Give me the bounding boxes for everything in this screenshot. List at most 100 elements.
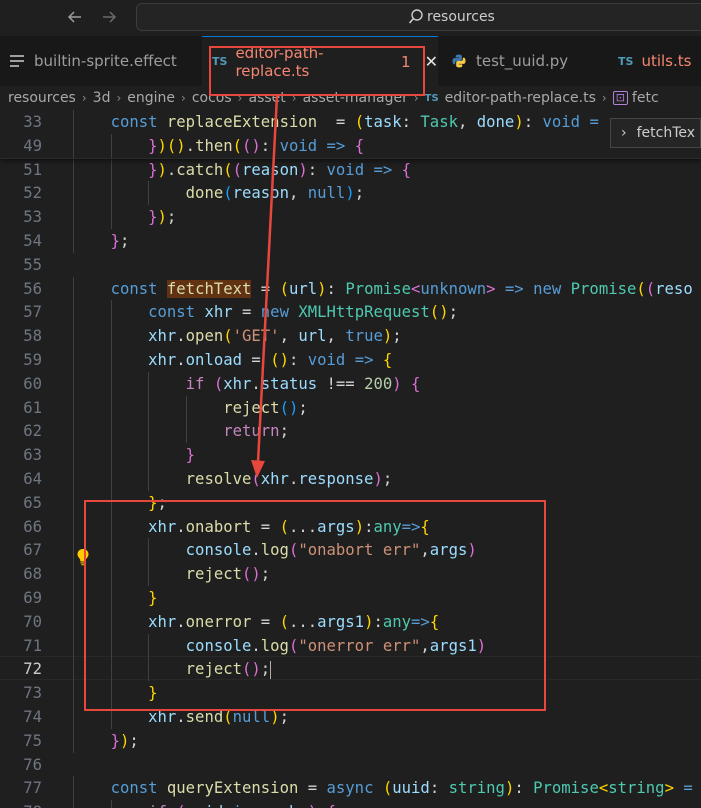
code-token: ,	[457, 113, 477, 131]
chevron-right-icon: ›	[116, 91, 122, 105]
line-number: 57	[23, 303, 42, 322]
command-center-search[interactable]: resources	[136, 3, 701, 31]
code-token: {	[327, 803, 336, 808]
code-line[interactable]: 62 return;	[0, 419, 701, 444]
arrow-left-icon[interactable]	[66, 8, 84, 31]
code-line[interactable]: 77 const queryExtension = async (uuid: s…	[0, 776, 701, 801]
code-text: xhr.onload = (): void => {	[73, 348, 392, 372]
code-token: )	[317, 279, 327, 298]
code-text: resolve(xhr.response);	[73, 467, 393, 491]
code-token: .	[288, 470, 299, 488]
code-token: uuid	[392, 779, 430, 798]
code-line[interactable]: 53 });	[0, 205, 701, 230]
code-token: status	[260, 374, 318, 393]
code-token: uuid	[186, 803, 224, 808]
code-token: const	[148, 303, 205, 322]
code-token: )	[157, 136, 167, 155]
code-token: )	[439, 303, 449, 322]
line-number: 71	[23, 636, 42, 655]
search-icon	[407, 8, 425, 26]
code-text: const fetchText = (url): Promise<unknown…	[73, 277, 693, 301]
code-token: ;	[448, 303, 458, 322]
code-token: null	[307, 184, 346, 203]
code-token: ;	[298, 398, 308, 417]
code-line[interactable]: 78 if (uuid in cache) {	[0, 800, 701, 808]
code-token: =	[298, 779, 327, 798]
tab-utils-ts[interactable]: TS utils.ts	[608, 36, 701, 86]
code-token: ;	[382, 470, 393, 488]
code-line[interactable]: 52 done(reason, null);	[0, 181, 701, 206]
code-line[interactable]: 54 };	[0, 229, 701, 253]
code-token: }	[148, 160, 158, 179]
code-line[interactable]: 33 const replaceExtension = (task: Task,…	[0, 110, 701, 134]
code-token: done	[185, 184, 224, 203]
code-line[interactable]: 49 })().then((): void => {	[0, 133, 701, 158]
line-number: 64	[23, 470, 42, 488]
breadcrumb-item[interactable]: resources	[8, 90, 76, 106]
tab-test-uuid-py[interactable]: test_uuid.py	[442, 36, 607, 86]
code-text: }	[73, 443, 195, 467]
line-number: 55	[23, 255, 42, 274]
code-token: )	[345, 184, 355, 203]
code-line[interactable]: 64 resolve(xhr.response);	[0, 467, 701, 491]
code-line[interactable]: 56 const fetchText = (url): Promise<unkn…	[0, 276, 701, 301]
code-line[interactable]: 59 xhr.onload = (): void => {	[0, 348, 701, 372]
code-line[interactable]: 60 if (xhr.status !== 200) {	[0, 371, 701, 396]
code-token: string	[608, 779, 665, 798]
chevron-right-icon: ›	[601, 91, 607, 105]
chevron-right-icon: ›	[621, 125, 627, 141]
code-line[interactable]: 76	[0, 753, 701, 777]
code-token: xhr	[148, 351, 177, 369]
close-icon[interactable]: ✕	[425, 52, 438, 71]
tab-builtin-sprite-effect[interactable]: builtin-sprite.effect	[0, 36, 200, 86]
code-token: }	[110, 232, 120, 250]
code-token: ,	[288, 184, 308, 203]
code-token: (	[232, 160, 243, 179]
code-token: 'GET'	[232, 327, 280, 346]
title-bar: resources	[0, 0, 701, 36]
code-token: .	[176, 327, 186, 346]
breadcrumb-item[interactable]: 3d	[93, 90, 111, 106]
line-number: 52	[23, 184, 42, 203]
code-token: ;	[129, 731, 139, 750]
code-token: (	[166, 136, 177, 155]
code-line[interactable]: 51 }).catch((reason): void => {	[0, 157, 701, 182]
code-line[interactable]: 57 const xhr = new XMLHttpRequest();	[0, 300, 701, 325]
code-token: =>	[345, 351, 383, 369]
code-token: (	[251, 470, 261, 488]
line-number: 77	[23, 779, 42, 798]
breadcrumb-symbol[interactable]: fetc	[632, 90, 659, 106]
sticky-scroll-peek[interactable]: › fetchTex	[610, 118, 701, 148]
code-token: Promise	[570, 279, 637, 298]
code-line[interactable]: 75 });	[0, 728, 701, 753]
code-token: :	[429, 779, 449, 798]
code-token: 200	[364, 374, 393, 393]
code-line[interactable]: 58 xhr.open('GET', url, true);	[0, 324, 701, 349]
code-token: )	[157, 208, 167, 227]
code-token: void	[279, 136, 318, 155]
code-token: :	[260, 136, 280, 155]
breadcrumb-file[interactable]: editor-path-replace.ts	[445, 90, 596, 106]
code-token: ;	[392, 327, 402, 346]
arrow-right-icon[interactable]	[100, 8, 118, 31]
breadcrumb-item[interactable]: engine	[127, 90, 175, 106]
code-text: xhr.open('GET', url, true);	[73, 324, 402, 348]
code-token: url	[288, 279, 318, 298]
code-token: (	[645, 279, 656, 298]
command-center-text: resources	[427, 9, 495, 25]
code-line[interactable]: 55	[0, 253, 701, 277]
code-line[interactable]: 63 }	[0, 443, 701, 468]
chevron-right-icon: ›	[81, 91, 87, 105]
code-line[interactable]: 61 reject();	[0, 395, 701, 420]
tab-label: utils.ts	[641, 52, 692, 70]
